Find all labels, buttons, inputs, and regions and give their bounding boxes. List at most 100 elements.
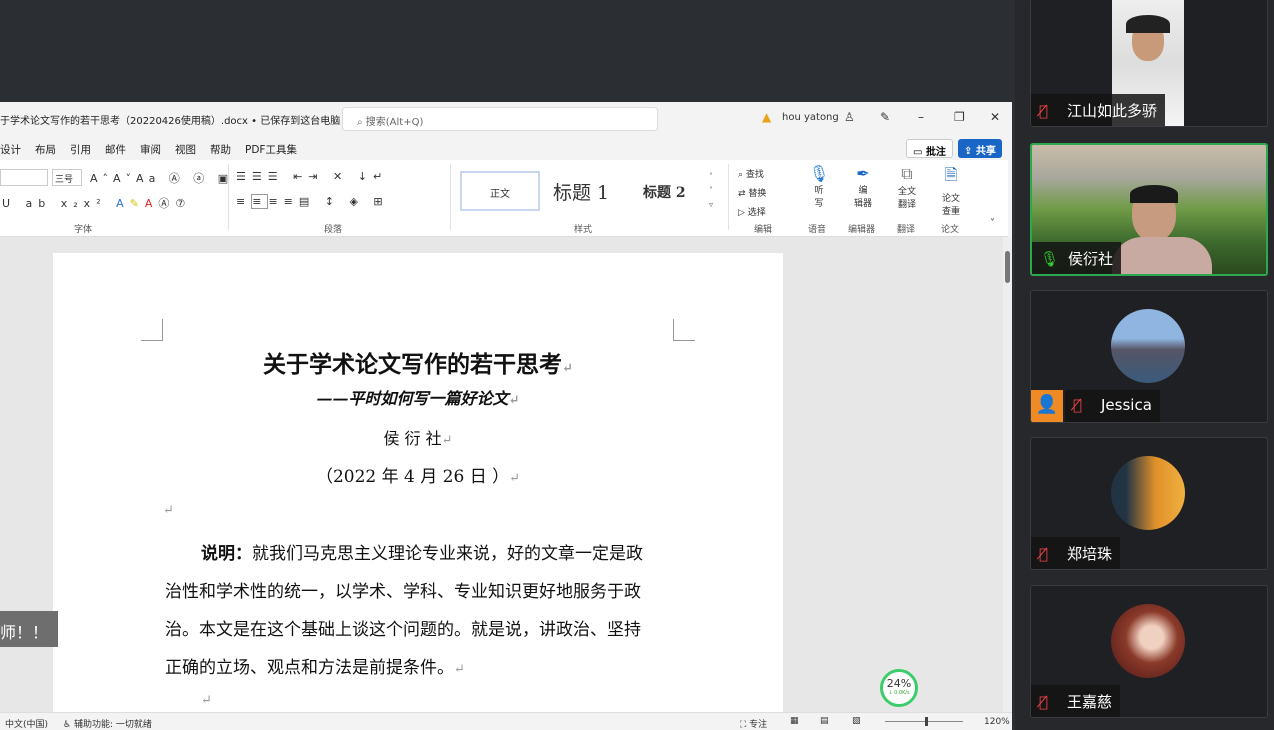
ribbon-tabs: 设计 布局 引用 邮件 审阅 视图 帮助 PDF工具集 [0, 135, 311, 160]
document-title: 于学术论文写作的若干思考（20220426使用稿）.docx • 已保存到这台电… [0, 116, 349, 127]
participant-name-bar: 🎙̸ 王嘉慈 [1031, 685, 1121, 717]
plagiarism-check-button[interactable]: 🗎 论文 查重 [936, 164, 966, 217]
font-name-select[interactable] [0, 169, 48, 186]
user-name[interactable]: hou yatong [782, 112, 839, 123]
replace-button[interactable]: ⇄ 替换 [738, 185, 766, 204]
chat-toast: 师！！ [0, 611, 58, 647]
tab-help[interactable]: 帮助 [210, 135, 231, 157]
print-layout-icon[interactable]: ▤ [820, 716, 829, 726]
search-icon: ⌕ [357, 117, 366, 128]
tab-references[interactable]: 引用 [70, 135, 91, 157]
pen-icon[interactable]: ✎ [880, 110, 890, 124]
group-voice: 语音 [808, 225, 827, 235]
avatar [1111, 456, 1185, 530]
doc-paragraph-line: 说明：就我们马克思主义理论专业来说，好的文章一定是政 [201, 544, 643, 564]
doc-subtitle: ——平时如何写一篇好论文↵ [316, 389, 520, 408]
group-font: 字体 [74, 225, 93, 235]
doc-title: 关于学术论文写作的若干思考↵ [263, 351, 573, 378]
comment-icon: ▭ [913, 147, 926, 158]
zoom-slider[interactable] [885, 717, 963, 726]
close-button[interactable]: ✕ [990, 110, 1000, 124]
mic-active-icon: 🎙 [1040, 250, 1060, 268]
translate-icon: ⧉ [901, 164, 913, 183]
participant-tile-active-speaker[interactable]: 🎙 侯衍社 [1030, 143, 1268, 276]
vertical-scrollbar[interactable] [1003, 237, 1012, 712]
account-icon[interactable]: ♙ [844, 110, 855, 124]
font-tools-row2[interactable]: U ab x₂x² A✎AⒶ⑦ [2, 195, 191, 211]
doc-author: 侯 衍 社↵ [383, 429, 453, 448]
editor-pen-icon: ✒ [856, 164, 870, 183]
styles-scroll[interactable]: ˄ ˅ ▿ [709, 170, 713, 212]
participant-name-bar: 🎙̸ 江山如此多骄 [1031, 94, 1166, 126]
document-area: 关于学术论文写作的若干思考↵ ——平时如何写一篇好论文↵ 侯 衍 社↵ （202… [0, 237, 1003, 712]
doc-paragraph-line: 治。本文是在这个基础上谈这个问题的。就是说，讲政治、坚持 [165, 620, 641, 640]
share-icon: ⇪ [964, 146, 976, 157]
mic-muted-icon: 🎙̸ [1039, 102, 1049, 120]
group-editing: 编辑 [754, 225, 773, 235]
language-status[interactable]: 中文(中国) [5, 717, 48, 730]
cpu-meter: 24% ↓ 0.0K/s [880, 669, 918, 707]
paragraph-tools-row2[interactable]: ≡≡≡≡▤ ↕ ◈ ⊞ [236, 194, 389, 209]
status-bar: 中文(中国) ♿ 辅助功能: 一切就绪 ⛶ 专注 ▦ ▤ ▧ 120% [0, 712, 1012, 730]
doc-paragraph-line: 正确的立场、观点和方法是前提条件。↵ [165, 658, 465, 678]
read-mode-icon[interactable]: ▦ [790, 716, 799, 726]
select-button[interactable]: ▷ 选择 [738, 204, 766, 223]
editor-button[interactable]: ✒ 编 辑器 [848, 164, 878, 209]
zoom-level[interactable]: 120% [984, 717, 1010, 727]
ribbon: 三号 A˄A˅Aa Ⓐ ⓐ ▣ U ab x₂x² A✎AⒶ⑦ ☰☰☰ ⇤⇥ ✕… [0, 160, 1008, 237]
accessibility-status[interactable]: ♿ 辅助功能: 一切就绪 [63, 717, 152, 730]
font-size-select[interactable]: 三号 [52, 169, 82, 186]
share-button[interactable]: ⇪ 共享 [958, 139, 1002, 158]
tab-review[interactable]: 审阅 [140, 135, 161, 157]
paragraph-tools-row1[interactable]: ☰☰☰ ⇤⇥ ✕ ↓↵ [236, 170, 388, 183]
participant-name-bar: 🎙̸ 郑培珠 [1031, 537, 1121, 569]
participant-tile[interactable]: 🎙̸ 郑培珠 [1030, 437, 1268, 570]
style-normal[interactable]: 正文 [460, 171, 540, 211]
document-page[interactable]: 关于学术论文写作的若干思考↵ ——平时如何写一篇好论文↵ 侯 衍 社↵ （202… [53, 253, 783, 712]
scroll-thumb[interactable] [1005, 251, 1010, 283]
tab-layout[interactable]: 布局 [35, 135, 56, 157]
title-bar: 于学术论文写作的若干思考（20220426使用稿）.docx • 已保存到这台电… [0, 102, 1012, 135]
participant-tile[interactable]: 🎙̸ 王嘉慈 [1030, 585, 1268, 718]
doc-date: （2022 年 4 月 26 日 ）↵ [315, 467, 521, 487]
tab-mailings[interactable]: 邮件 [105, 135, 126, 157]
microphone-icon: 🎙 [808, 164, 830, 183]
comment-button[interactable]: ▭ 批注 [906, 139, 953, 158]
mic-muted-icon: 🎙̸ [1073, 396, 1083, 414]
tab-view[interactable]: 视图 [175, 135, 196, 157]
participant-tile[interactable]: 👤 🎙̸ Jessica [1030, 290, 1268, 423]
group-editor: 编辑器 [848, 225, 876, 235]
word-window: 于学术论文写作的若干思考（20220426使用稿）.docx • 已保存到这台电… [0, 102, 1012, 730]
editing-group: ⌕ 查找 ⇄ 替换 ▷ 选择 [738, 166, 766, 223]
search-input[interactable]: ⌕ 搜索(Alt+Q) [342, 107, 658, 131]
mic-muted-icon: 🎙̸ [1039, 693, 1049, 711]
minimize-button[interactable]: – [918, 110, 924, 124]
tab-pdf[interactable]: PDF工具集 [245, 135, 297, 157]
group-paper: 论文 [941, 225, 960, 235]
web-layout-icon[interactable]: ▧ [852, 716, 861, 726]
participant-name-bar: 🎙 侯衍社 [1032, 242, 1122, 274]
participant-tile[interactable]: 🎙̸ 江山如此多骄 [1030, 0, 1268, 127]
document-search-icon: 🗎 [944, 165, 958, 184]
restore-button[interactable]: ❐ [954, 110, 965, 124]
user-icon: 👤 [1031, 390, 1063, 422]
warning-icon: ▲ [762, 110, 772, 124]
participants-panel: 🎙̸ 江山如此多骄 🎙 侯衍社 👤 🎙̸ Jessica 🎙̸ 郑培珠 🎙̸ 王嘉慈 [1015, 0, 1274, 730]
dictate-button[interactable]: 🎙 听 写 [808, 164, 830, 209]
group-styles: 样式 [574, 225, 593, 235]
mic-muted-icon: 🎙̸ [1039, 545, 1049, 563]
translate-button[interactable]: ⧉ 全文 翻译 [892, 164, 922, 210]
find-button[interactable]: ⌕ 查找 [738, 166, 766, 185]
font-tools-row1[interactable]: A˄A˅Aa Ⓐ ⓐ ▣ [90, 170, 233, 186]
avatar [1111, 309, 1185, 383]
group-paragraph: 段落 [324, 225, 343, 235]
style-heading2[interactable]: 标题 2 [643, 182, 686, 202]
style-heading1[interactable]: 标题 1 [553, 178, 609, 205]
tab-design[interactable]: 设计 [0, 135, 21, 157]
participant-name-bar: 🎙̸ Jessica [1065, 390, 1160, 422]
focus-mode-button[interactable]: ⛶ 专注 [740, 717, 767, 730]
accessibility-icon: ♿ [63, 720, 72, 730]
group-translate: 翻译 [897, 225, 916, 235]
collapse-ribbon-icon[interactable]: ˅ [990, 218, 995, 229]
avatar [1111, 604, 1185, 678]
